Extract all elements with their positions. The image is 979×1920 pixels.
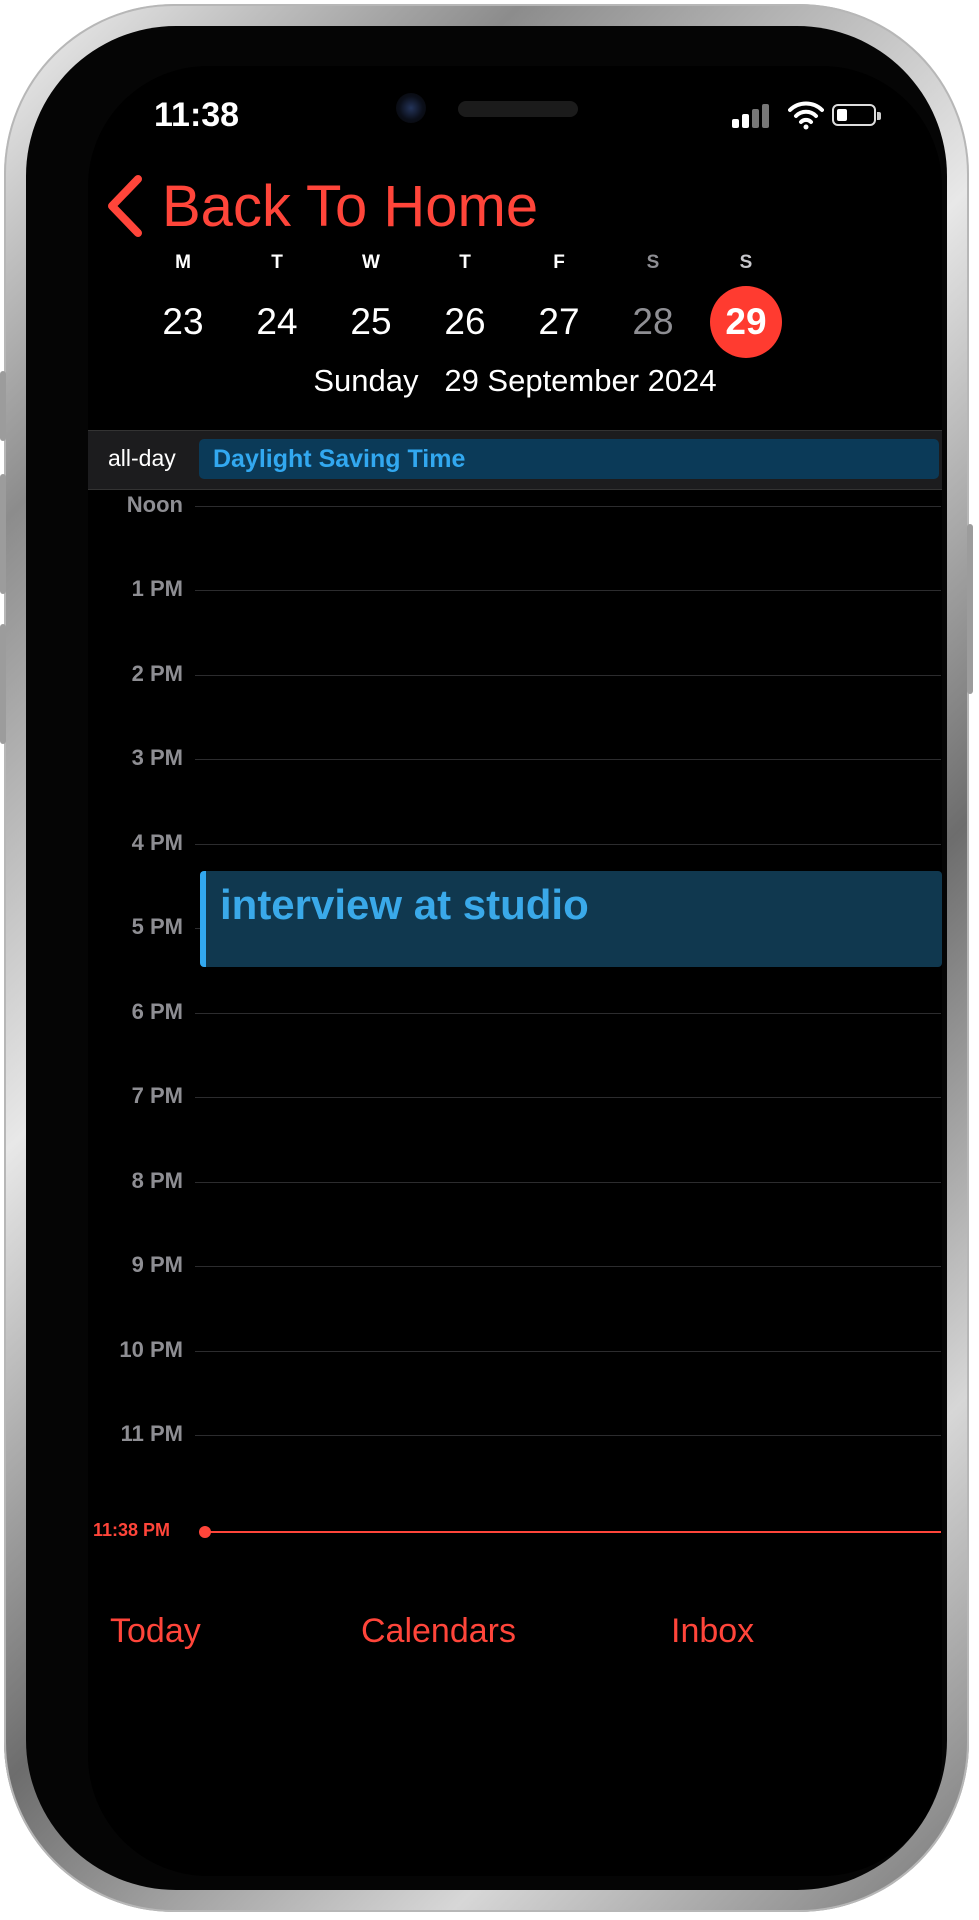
day-thursday[interactable]: T 26 [425,248,505,358]
tab-bar: Today Calendars Inbox [88,1574,942,1674]
date-number: 23 [162,301,204,342]
day-saturday[interactable]: S 28 [613,248,693,358]
weekday-label: T [271,252,283,273]
hour-label: 8 PM [131,1168,183,1193]
hour-label: 11 PM [120,1421,183,1446]
hour-gridline [195,675,941,676]
power-button [967,524,973,694]
week-strip: M 23 T 24 W 25 T 26 F 27 S 28 S 29 [88,248,942,358]
weekday-label: F [553,252,565,273]
hour-row: 8 PM [88,1168,942,1212]
action-button [0,371,6,441]
hour-gridline [195,1182,941,1183]
date-number: 26 [444,301,486,342]
weekday-label: T [459,252,471,273]
volume-down-button [0,624,6,744]
volume-up-button [0,474,6,594]
hour-row: 2 PM [88,661,942,705]
hour-label: Noon [126,492,183,517]
tab-calendars[interactable]: Calendars [361,1612,516,1651]
calendar-event[interactable]: interview at studio [200,871,942,967]
date-number: 27 [538,301,580,342]
hour-gridline [195,844,941,845]
selected-date-number: 29 [710,286,782,358]
date-number: 24 [256,301,298,342]
current-time-label: 11:38 PM [93,1520,171,1540]
front-camera [396,93,426,123]
hour-row: 9 PM [88,1252,942,1296]
weekday-label: S [739,252,753,273]
status-time: 11:38 [154,96,240,134]
hour-row: 6 PM [88,999,942,1043]
day-tuesday[interactable]: T 24 [237,248,317,358]
full-date-header: Sunday 29 September 2024 [313,363,717,398]
hour-label: 2 PM [131,661,183,686]
hour-row: Noon [88,492,942,536]
cellular-signal-icon [732,102,772,128]
hour-label: 3 PM [131,745,183,770]
back-button-label: Back To Home [162,173,539,239]
phone-bezel: 11:38 Back To Home M 23 T 24 W 25 T 26 F… [26,26,947,1890]
calendar-screen: 11:38 Back To Home M 23 T 24 W 25 T 26 F… [88,66,942,1876]
hour-gridline [195,1013,941,1014]
hour-label: 6 PM [131,999,183,1024]
hour-label: 9 PM [131,1252,183,1277]
weekday-label: M [175,252,191,273]
event-title: interview at studio [220,881,589,928]
hour-gridline [195,590,941,591]
tab-today[interactable]: Today [110,1612,201,1651]
hour-gridline [195,759,941,760]
earpiece-speaker [458,101,578,117]
all-day-event[interactable]: Daylight Saving Time [199,439,939,479]
battery-icon [832,104,881,126]
hour-gridline [195,506,941,507]
weekday-label: S [646,252,660,273]
day-friday[interactable]: F 27 [519,248,599,358]
weekday-label: W [362,252,380,273]
current-time-indicator: 11:38 PM [88,1520,942,1542]
hour-label: 7 PM [131,1083,183,1108]
day-wednesday[interactable]: W 25 [331,248,411,358]
chevron-left-icon [108,175,142,237]
hour-label: 10 PM [119,1337,183,1362]
hour-row: 1 PM [88,576,942,620]
phone-frame: 11:38 Back To Home M 23 T 24 W 25 T 26 F… [0,4,973,1912]
all-day-label: all-day [108,445,176,471]
hour-gridline [195,1351,941,1352]
date-number: 28 [632,301,674,342]
hour-label: 5 PM [131,914,183,939]
hour-label: 4 PM [131,830,183,855]
day-sunday[interactable]: S 29 [706,248,786,358]
day-monday[interactable]: M 23 [143,248,223,358]
hour-gridline [195,1266,941,1267]
all-day-row: all-day Daylight Saving Time [88,430,942,490]
hour-label: 1 PM [131,576,183,601]
hour-gridline [195,1097,941,1098]
hour-row: 3 PM [88,745,942,789]
back-button[interactable]: Back To Home [100,171,538,241]
hour-row: 4 PM [88,830,942,874]
tab-inbox[interactable]: Inbox [671,1612,754,1651]
date-number: 25 [350,301,392,342]
hour-row: 7 PM [88,1083,942,1127]
hour-row: 11 PM [88,1421,942,1465]
current-time-line [205,1531,941,1533]
hour-gridline [195,1435,941,1436]
wifi-icon [788,101,824,130]
hour-row: 10 PM [88,1337,942,1381]
